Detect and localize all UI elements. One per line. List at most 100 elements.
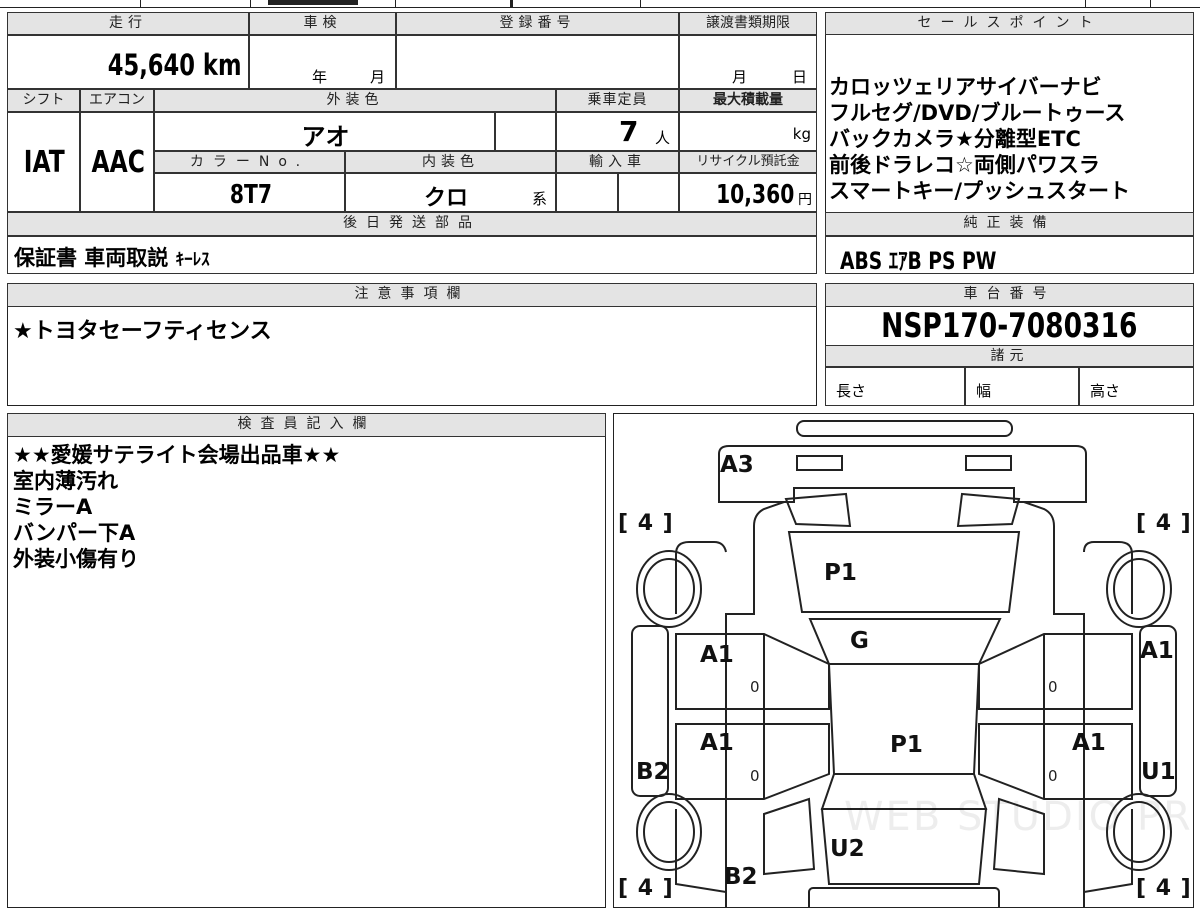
auction-sheet: { "header": { "mileage_label": "走行", "in… [0,0,1200,908]
sales-point-item: フルセグ/DVD/ブルートゥース [829,101,1126,125]
wheel-rear-left [636,793,702,871]
interior-color-suffix: 系 [532,190,548,208]
import-cell-b [618,173,679,212]
notes-header: 注意事項欄 [7,283,817,307]
later-parts-small: ｷｰﾚｽ [175,250,210,270]
exterior-color-header: 外装色 [154,89,556,112]
exterior-color-cell: アオ [154,112,495,151]
inspector-line: 室内薄汚れ [13,469,118,493]
registration-header: 登録番号 [396,12,679,35]
handle-mark: 0 [1048,767,1058,785]
shift-header: シフト [7,89,80,112]
damage-b2-left-sill: B2 [636,759,670,785]
door-right-front [978,633,1133,710]
body-outline [725,501,1085,907]
registration-cell [396,35,679,89]
inspection-cell: 年 月 [249,35,396,89]
max-load-cell: kg [679,112,817,151]
handle-mark: 0 [1048,678,1058,696]
wheel-front-right [1106,550,1172,628]
chassis-number: NSP170-7080316 [881,306,1138,346]
mileage-cell: 45,640 km [7,35,249,89]
damage-a1-left-rear-door: A1 [700,730,734,756]
damage-a3-front-bumper: A3 [720,452,754,478]
chassis-header: 車台番号 [825,283,1194,307]
color-no-header: カラーNo. [154,151,345,173]
inspection-year: 年 [312,68,328,86]
top-strip-divider [250,0,251,8]
length-label: 長さ [836,382,867,400]
damage-a1-right-edge: A1 [1140,638,1174,664]
fog-lamp-right [965,455,1012,471]
shift-cell: IAT [7,112,80,212]
transfer-month: 月 [732,68,748,86]
sales-points-list: カロッツェリアサイバーナビ フルセグ/DVD/ブルートゥース バックカメラ★分離… [829,74,1193,204]
recycle-fee-unit: 円 [798,192,812,208]
capacity-cell: 7 人 [556,112,679,151]
damage-g-windshield: G [850,628,869,654]
sales-point-item: 前後ドラレコ☆両側パワスラ [829,153,1100,177]
rear-fender-left [675,809,727,893]
recycle-fee-value: 10,360 [715,180,794,210]
spec-header: 諸元 [825,345,1194,367]
windshield [808,618,1002,665]
door-left-front [675,633,830,710]
color-no-value: 8T7 [229,180,272,210]
height-label: 高さ [1090,382,1121,400]
height-cell: 高さ [1079,367,1194,406]
rear-lamp-left [763,797,816,876]
sales-point-item: バックカメラ★分離型ETC [829,127,1081,151]
max-load-unit: kg [792,125,811,143]
inspector-line: ミラーA [13,495,93,519]
top-strip [0,0,1200,8]
inspector-line: バンパー下A [13,521,136,545]
notes-value: ★トヨタセーフティセンス [13,319,272,344]
top-strip-divider [395,0,396,8]
transfer-day: 日 [792,68,808,86]
tire-tread-front-left: [ 4 ] [618,511,674,536]
exterior-color-value: アオ [301,123,350,151]
damage-p1-hood: P1 [824,560,857,586]
damage-a1-right-rear-door: A1 [1072,730,1106,756]
import-header: 輸入車 [556,151,679,173]
top-strip-divider [1150,0,1151,8]
sales-points-header: セールスポイント [825,12,1194,35]
tire-tread-front-right: [ 4 ] [1136,511,1192,536]
recycle-fee-cell: 10,360 円 [679,173,817,212]
standard-equipment-header: 純正装備 [825,212,1194,236]
interior-color-cell: クロ 系 [345,173,556,212]
front-bumper-slot [796,420,1013,437]
damage-u1-right-sill: U1 [1141,759,1176,785]
fog-lamp-left [796,455,843,471]
ac-header: エアコン [80,89,154,112]
inspection-header: 車検 [249,12,396,35]
damage-b2-rear-left: B2 [724,864,758,890]
length-cell: 長さ [825,367,965,406]
door-right-rear [978,723,1133,800]
car-diagram-box: A3 P1 G P1 U2 A1 A1 A1 A1 B2 B2 U1 0 0 0… [613,413,1194,908]
later-parts-header: 後日発送部品 [7,212,817,236]
door-left-rear [675,723,830,800]
standard-equipment-cell: ABS ｴｱB PS PW [825,236,1194,275]
capacity-header: 乗車定員 [556,89,679,112]
front-bumper [718,445,1087,503]
damage-p1-roof: P1 [890,732,923,758]
inspector-header: 検査員記入欄 [7,413,606,437]
top-strip-divider [510,0,513,8]
mileage-value: 45,640 [108,48,196,82]
interior-color-value: クロ [424,186,469,211]
damage-a1-left-front-door: A1 [700,642,734,668]
tire-tread-rear-left: [ 4 ] [618,876,674,901]
headlight-left [784,492,852,528]
mileage-header: 走行 [7,12,249,35]
max-load-header: 最大積載量 [679,89,817,112]
handle-mark: 0 [750,767,760,785]
mileage-unit: km [203,48,242,82]
wheel-front-left [636,550,702,628]
width-label: 幅 [976,382,992,400]
headlight-right [956,492,1021,528]
import-cell-a [556,173,618,212]
inspection-month: 月 [370,68,386,86]
later-parts-value: 保証書 車両取説 [14,246,169,270]
tire-tread-rear-right: [ 4 ] [1136,876,1192,901]
